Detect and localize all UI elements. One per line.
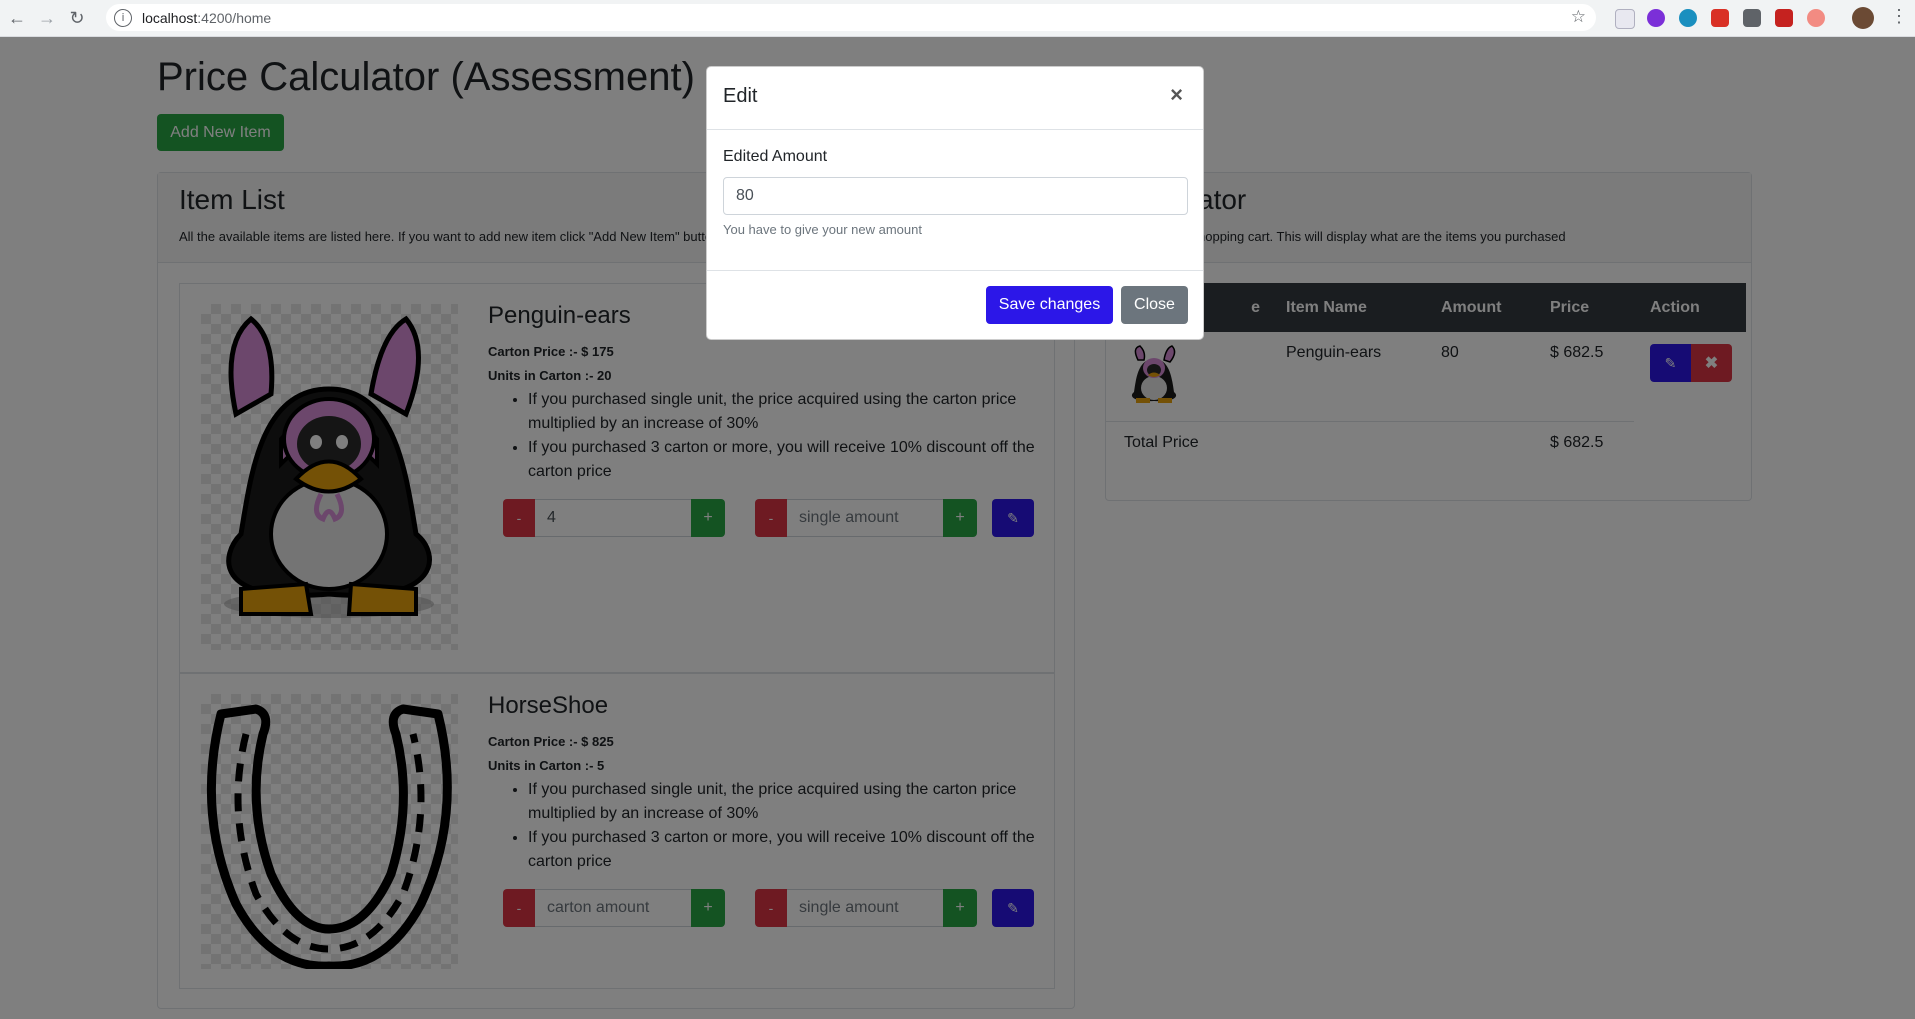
modal-header: Edit × bbox=[707, 67, 1203, 130]
edited-amount-label: Edited Amount bbox=[723, 148, 828, 165]
profile-avatar[interactable] bbox=[1852, 7, 1874, 29]
edited-amount-help: You have to give your new amount bbox=[723, 222, 922, 237]
extension-cors-icon[interactable] bbox=[1711, 9, 1729, 27]
extension-check-icon[interactable] bbox=[1647, 9, 1665, 27]
site-info-icon[interactable]: i bbox=[114, 8, 132, 27]
bookmark-star-icon[interactable]: ☆ bbox=[1571, 7, 1586, 27]
extension-chart-icon[interactable] bbox=[1775, 9, 1793, 27]
extension-shield-icon[interactable] bbox=[1743, 9, 1761, 27]
extension-globe-icon[interactable] bbox=[1679, 9, 1697, 27]
save-changes-button[interactable]: Save changes bbox=[986, 286, 1113, 324]
url-text: localhost:4200/home bbox=[142, 9, 272, 26]
close-button[interactable]: Close bbox=[1121, 286, 1188, 324]
forward-icon[interactable]: → bbox=[34, 5, 60, 31]
edit-modal: Edit × Edited Amount You have to give yo… bbox=[706, 66, 1204, 340]
extension-arrow-icon[interactable] bbox=[1807, 9, 1825, 27]
browser-toolbar: ← → ↻ i localhost:4200/home ☆ ⋮ bbox=[0, 0, 1915, 37]
modal-close-icon[interactable]: × bbox=[1164, 81, 1189, 109]
modal-title: Edit bbox=[723, 85, 758, 107]
address-bar[interactable]: i localhost:4200/home ☆ bbox=[106, 4, 1596, 31]
extension-calendar-icon[interactable] bbox=[1615, 9, 1635, 29]
reload-icon[interactable]: ↻ bbox=[64, 5, 90, 31]
back-icon[interactable]: ← bbox=[4, 5, 30, 31]
modal-footer: Save changes Close bbox=[707, 270, 1203, 340]
edited-amount-input[interactable] bbox=[723, 177, 1188, 215]
browser-menu-icon[interactable]: ⋮ bbox=[1890, 6, 1908, 27]
